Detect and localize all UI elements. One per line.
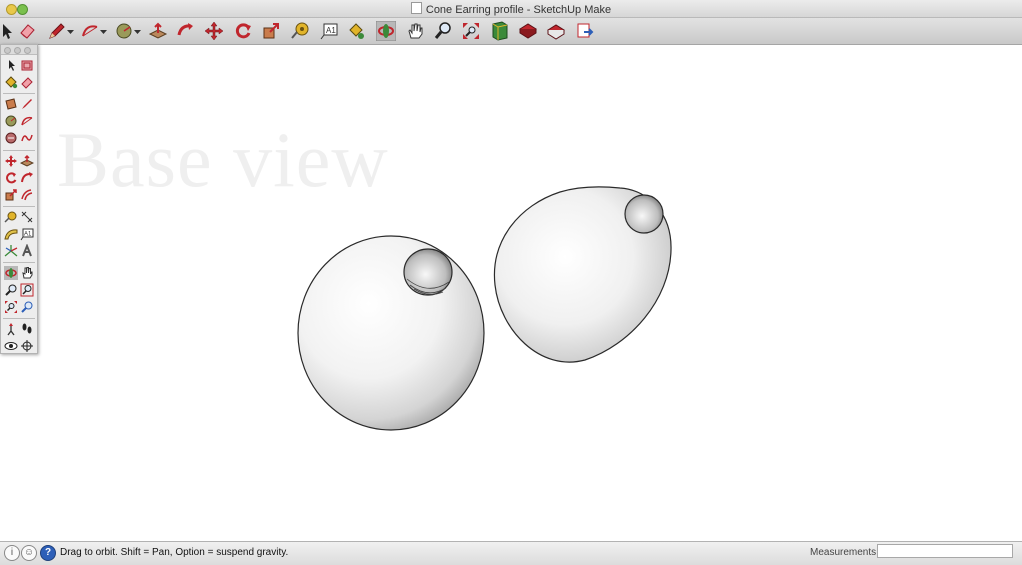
palette-separator: [3, 206, 35, 207]
zoom-extents-icon[interactable]: [4, 300, 18, 314]
eraser-icon[interactable]: [20, 75, 34, 89]
palette-zoom-button[interactable]: [24, 47, 31, 54]
help-icon[interactable]: ?: [40, 545, 56, 561]
palette-separator: [3, 262, 35, 263]
document-icon: [410, 2, 422, 14]
send-to-layout-icon[interactable]: [575, 21, 595, 41]
move-icon[interactable]: [4, 154, 18, 168]
palette-header[interactable]: [1, 45, 37, 55]
circle-icon[interactable]: [114, 21, 134, 41]
pan-icon[interactable]: [20, 266, 34, 280]
tape-measure-icon[interactable]: [4, 210, 18, 224]
earring-left[interactable]: [297, 235, 485, 431]
freehand-icon[interactable]: [20, 131, 34, 145]
arc-dropdown-icon[interactable]: [99, 21, 108, 41]
palette-separator: [3, 150, 35, 151]
follow-me-icon[interactable]: [176, 21, 196, 41]
window-title-text: Cone Earring profile - SketchUp Make: [425, 4, 612, 16]
status-bar: i ☺ ? Drag to orbit. Shift = Pan, Option…: [0, 541, 1022, 565]
3d-warehouse-icon[interactable]: [490, 21, 510, 41]
paint-bucket-icon[interactable]: [346, 21, 366, 41]
geo-location-icon[interactable]: i: [4, 545, 20, 561]
extension-warehouse-icon[interactable]: [546, 21, 566, 41]
axes-icon[interactable]: [4, 244, 18, 258]
circle-icon[interactable]: [4, 114, 18, 128]
offset-icon[interactable]: [20, 188, 34, 202]
orbit-icon[interactable]: [376, 21, 396, 41]
components-icon[interactable]: [518, 21, 538, 41]
eraser-icon[interactable]: [17, 21, 37, 41]
follow-me-icon[interactable]: [20, 171, 34, 185]
arc-icon[interactable]: [80, 21, 100, 41]
push-pull-icon[interactable]: [148, 21, 168, 41]
look-around-icon[interactable]: [4, 339, 18, 353]
svg-text:A1: A1: [326, 26, 336, 35]
select-icon[interactable]: [0, 21, 14, 41]
protractor-icon[interactable]: [4, 227, 18, 241]
svg-text:A1: A1: [24, 232, 32, 238]
line-icon[interactable]: [20, 97, 34, 111]
palette-separator: [3, 93, 35, 94]
palette-close-button[interactable]: [4, 47, 11, 54]
position-camera-icon[interactable]: [4, 322, 18, 336]
move-icon[interactable]: [204, 21, 224, 41]
tape-measure-icon[interactable]: [290, 21, 310, 41]
palette-minimize-button[interactable]: [14, 47, 21, 54]
rotate-icon[interactable]: [4, 171, 18, 185]
dimension-icon[interactable]: [20, 210, 34, 224]
zoom-extents-icon[interactable]: [461, 21, 481, 41]
zoom-window-icon[interactable]: [20, 283, 34, 297]
scale-icon[interactable]: [261, 21, 281, 41]
paint-bucket-icon[interactable]: [4, 75, 18, 89]
credits-icon[interactable]: ☺: [21, 545, 37, 561]
3d-text-icon[interactable]: [20, 244, 34, 258]
previous-view-icon[interactable]: [20, 300, 34, 314]
scale-icon[interactable]: [4, 188, 18, 202]
polygon-icon[interactable]: [4, 131, 18, 145]
main-toolbar: A1: [0, 18, 1022, 45]
palette-separator: [3, 318, 35, 319]
component-icon[interactable]: [20, 58, 34, 72]
pencil-dropdown-icon[interactable]: [66, 21, 75, 41]
rotate-icon[interactable]: [233, 21, 253, 41]
zoom-icon[interactable]: [4, 283, 18, 297]
measurements-label: Measurements: [810, 547, 877, 558]
select-icon[interactable]: [4, 58, 18, 72]
text-icon[interactable]: A1: [319, 21, 339, 41]
section-plane-icon[interactable]: [20, 339, 34, 353]
walk-icon[interactable]: [20, 322, 34, 336]
measurements-input[interactable]: [877, 544, 1013, 558]
circle-dropdown-icon[interactable]: [133, 21, 142, 41]
pencil-icon[interactable]: [47, 21, 67, 41]
arc-icon[interactable]: [20, 114, 34, 128]
modeling-viewport[interactable]: Base view: [0, 45, 1022, 541]
title-bar: Cone Earring profile - SketchUp Make: [0, 0, 1022, 18]
status-message: Drag to orbit. Shift = Pan, Option = sus…: [60, 547, 289, 558]
window-title: Cone Earring profile - SketchUp Make: [0, 2, 1022, 16]
rectangle-icon[interactable]: [4, 97, 18, 111]
orbit-icon[interactable]: [4, 266, 18, 280]
scene-label: Base view: [57, 116, 389, 203]
pan-icon[interactable]: [405, 21, 425, 41]
earring-right[interactable]: [493, 186, 672, 363]
large-tool-set-palette: A1: [0, 44, 38, 354]
text-icon[interactable]: A1: [20, 227, 34, 241]
zoom-icon[interactable]: [433, 21, 453, 41]
push-pull-icon[interactable]: [20, 154, 34, 168]
